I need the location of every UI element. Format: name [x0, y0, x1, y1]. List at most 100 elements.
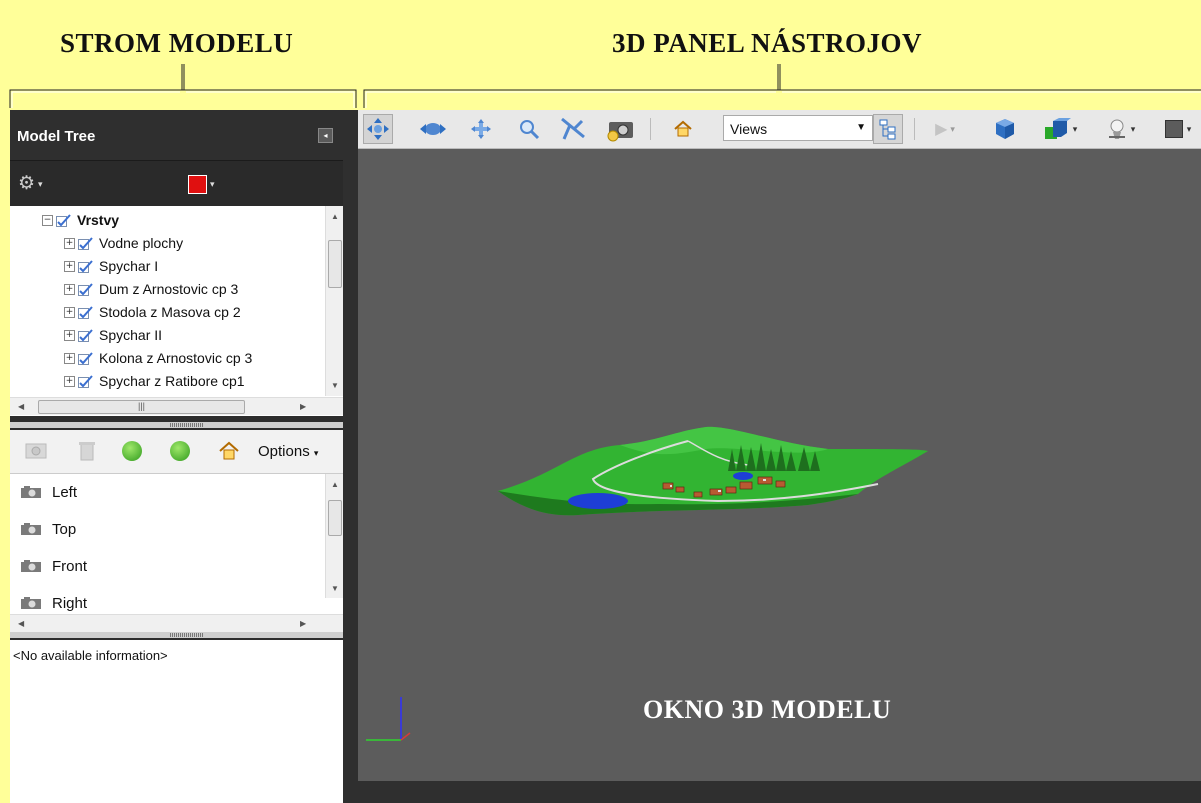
- views-list[interactable]: Left Top Front Right ▲ ▼: [10, 474, 343, 614]
- info-pane: <No available information>: [10, 640, 343, 803]
- tree-item[interactable]: + Stodola z Masova cp 2: [64, 301, 241, 323]
- scroll-up-icon[interactable]: ▲: [331, 480, 339, 489]
- camera-icon[interactable]: [606, 114, 636, 144]
- scrollbar-thumb[interactable]: |||: [38, 400, 245, 414]
- right-bracket: [363, 64, 1201, 108]
- heading-3d-panel-nastrojov: 3D PANEL NÁSTROJOV: [612, 28, 923, 58]
- options-label: Options: [258, 443, 310, 460]
- camera-icon: [21, 486, 41, 498]
- expand-icon[interactable]: +: [64, 375, 75, 387]
- splitter-grip[interactable]: [170, 423, 204, 427]
- gear-icon[interactable]: ⚙: [18, 174, 35, 193]
- tree-item[interactable]: + Kolona z Arnostovic cp 3: [64, 347, 252, 369]
- checkbox-checked-icon[interactable]: [78, 305, 93, 319]
- checkbox-checked-icon[interactable]: [56, 213, 71, 227]
- scroll-left-icon[interactable]: ◀: [18, 402, 24, 411]
- expand-icon[interactable]: +: [64, 306, 75, 318]
- view-label: Left: [52, 483, 78, 501]
- checkbox-checked-icon[interactable]: [78, 259, 93, 273]
- zoom-icon[interactable]: [514, 114, 544, 144]
- model-tree-toggle-icon[interactable]: [873, 114, 903, 144]
- view-item-left[interactable]: Left: [20, 481, 77, 503]
- walk-icon[interactable]: [558, 114, 588, 144]
- scroll-right-icon[interactable]: ▶: [300, 402, 306, 411]
- home-icon[interactable]: [668, 114, 698, 144]
- info-text: <No available information>: [13, 648, 168, 663]
- checkbox-checked-icon[interactable]: [78, 236, 93, 250]
- chevron-down-icon: ▼: [856, 122, 866, 133]
- options-menu-button[interactable]: Options ▾: [258, 443, 318, 460]
- render-mode-icon[interactable]: ▾: [1038, 114, 1082, 144]
- view-item-top[interactable]: Top: [20, 518, 76, 540]
- checkbox-checked-icon[interactable]: [78, 282, 93, 296]
- view-label: Top: [52, 520, 77, 538]
- splitter-grip[interactable]: [170, 633, 204, 637]
- checkbox-checked-icon[interactable]: [78, 374, 93, 388]
- collapse-icon[interactable]: −: [42, 214, 53, 226]
- expand-icon[interactable]: +: [64, 260, 75, 272]
- model-tree-list[interactable]: − Vrstvy + Vodne plochy + Spychar I + Du…: [10, 206, 343, 416]
- tree-item[interactable]: + Spychar z Ratibore cp1: [64, 370, 245, 392]
- background-color-icon[interactable]: ▾: [1158, 114, 1198, 144]
- expand-icon[interactable]: +: [64, 352, 75, 364]
- expand-icon[interactable]: +: [64, 283, 75, 295]
- tree-horizontal-scrollbar[interactable]: ◀ ||| ▶: [10, 397, 343, 415]
- color-picker-button[interactable]: [188, 175, 207, 194]
- play-icon[interactable]: ▶ ▾: [930, 114, 960, 144]
- left-bracket: [9, 64, 357, 108]
- scroll-down-icon[interactable]: ▼: [331, 584, 339, 593]
- scroll-right-icon[interactable]: ▶: [300, 619, 306, 628]
- tree-item-label: Spychar I: [99, 258, 159, 274]
- camera-icon: [21, 597, 41, 609]
- expand-icon[interactable]: +: [64, 237, 75, 249]
- tree-item-label: Spychar II: [99, 327, 163, 343]
- tree-item[interactable]: + Dum z Arnostovic cp 3: [64, 278, 238, 300]
- rotate-icon[interactable]: [363, 114, 393, 144]
- delete-icon[interactable]: [76, 439, 98, 463]
- previous-view-icon[interactable]: [122, 441, 142, 461]
- tree-vertical-scrollbar[interactable]: ▲ ▼: [325, 206, 343, 396]
- new-view-icon[interactable]: [24, 440, 50, 462]
- scrollbar-thumb[interactable]: [328, 240, 342, 288]
- checkbox-checked-icon[interactable]: [78, 351, 93, 365]
- checkbox-checked-icon[interactable]: [78, 328, 93, 342]
- views-toolbar: Options ▾: [10, 430, 343, 474]
- pan-icon[interactable]: [466, 114, 496, 144]
- pane-splitter[interactable]: [10, 632, 343, 638]
- 3d-toolbar: Views ▼ ▶ ▾ ▾ ▾ ▾: [358, 110, 1201, 149]
- model-tree-title: Model Tree: [17, 128, 96, 145]
- 3d-area: Views ▼ ▶ ▾ ▾ ▾ ▾ OKNO 3D MODELU: [343, 110, 1201, 803]
- next-view-icon[interactable]: [170, 441, 190, 461]
- collapse-panel-icon[interactable]: ◂: [318, 128, 333, 143]
- tree-item[interactable]: + Spychar I: [64, 255, 158, 277]
- home-icon[interactable]: [218, 440, 240, 462]
- expand-icon[interactable]: +: [64, 329, 75, 341]
- views-dropdown[interactable]: Views ▼: [723, 115, 873, 141]
- view-item-front[interactable]: Front: [20, 555, 87, 577]
- camera-icon: [21, 560, 41, 572]
- pane-splitter[interactable]: [10, 422, 343, 428]
- 3d-viewport[interactable]: OKNO 3D MODELU: [358, 149, 1201, 781]
- lighting-icon[interactable]: ▾: [1098, 114, 1142, 144]
- scroll-left-icon[interactable]: ◀: [18, 619, 24, 628]
- tree-item-label: Dum z Arnostovic cp 3: [99, 281, 239, 297]
- scroll-up-icon[interactable]: ▲: [331, 212, 339, 221]
- view-item-right[interactable]: Right: [20, 592, 87, 614]
- chevron-down-icon[interactable]: ▾: [210, 179, 215, 190]
- views-horizontal-scrollbar[interactable]: ◀ ▶: [10, 614, 343, 632]
- tree-item-label: Kolona z Arnostovic cp 3: [99, 350, 253, 366]
- tree-item-label: Vodne plochy: [99, 235, 184, 251]
- tree-item[interactable]: + Vodne plochy: [64, 232, 183, 254]
- 3d-model-terrain[interactable]: [358, 149, 1201, 781]
- 3d-cube-icon[interactable]: [990, 114, 1020, 144]
- tree-item[interactable]: + Spychar II: [64, 324, 162, 346]
- tree-item-root[interactable]: − Vrstvy: [42, 209, 119, 231]
- scrollbar-thumb[interactable]: [328, 500, 342, 536]
- scroll-down-icon[interactable]: ▼: [331, 381, 339, 390]
- views-vertical-scrollbar[interactable]: ▲ ▼: [325, 474, 343, 598]
- spin-icon[interactable]: [418, 114, 448, 144]
- view-label: Front: [52, 557, 88, 575]
- chevron-down-icon[interactable]: ▾: [38, 179, 43, 190]
- heading-strom-modelu: STROM MODELU: [60, 28, 294, 58]
- toolbar-separator: [650, 118, 651, 140]
